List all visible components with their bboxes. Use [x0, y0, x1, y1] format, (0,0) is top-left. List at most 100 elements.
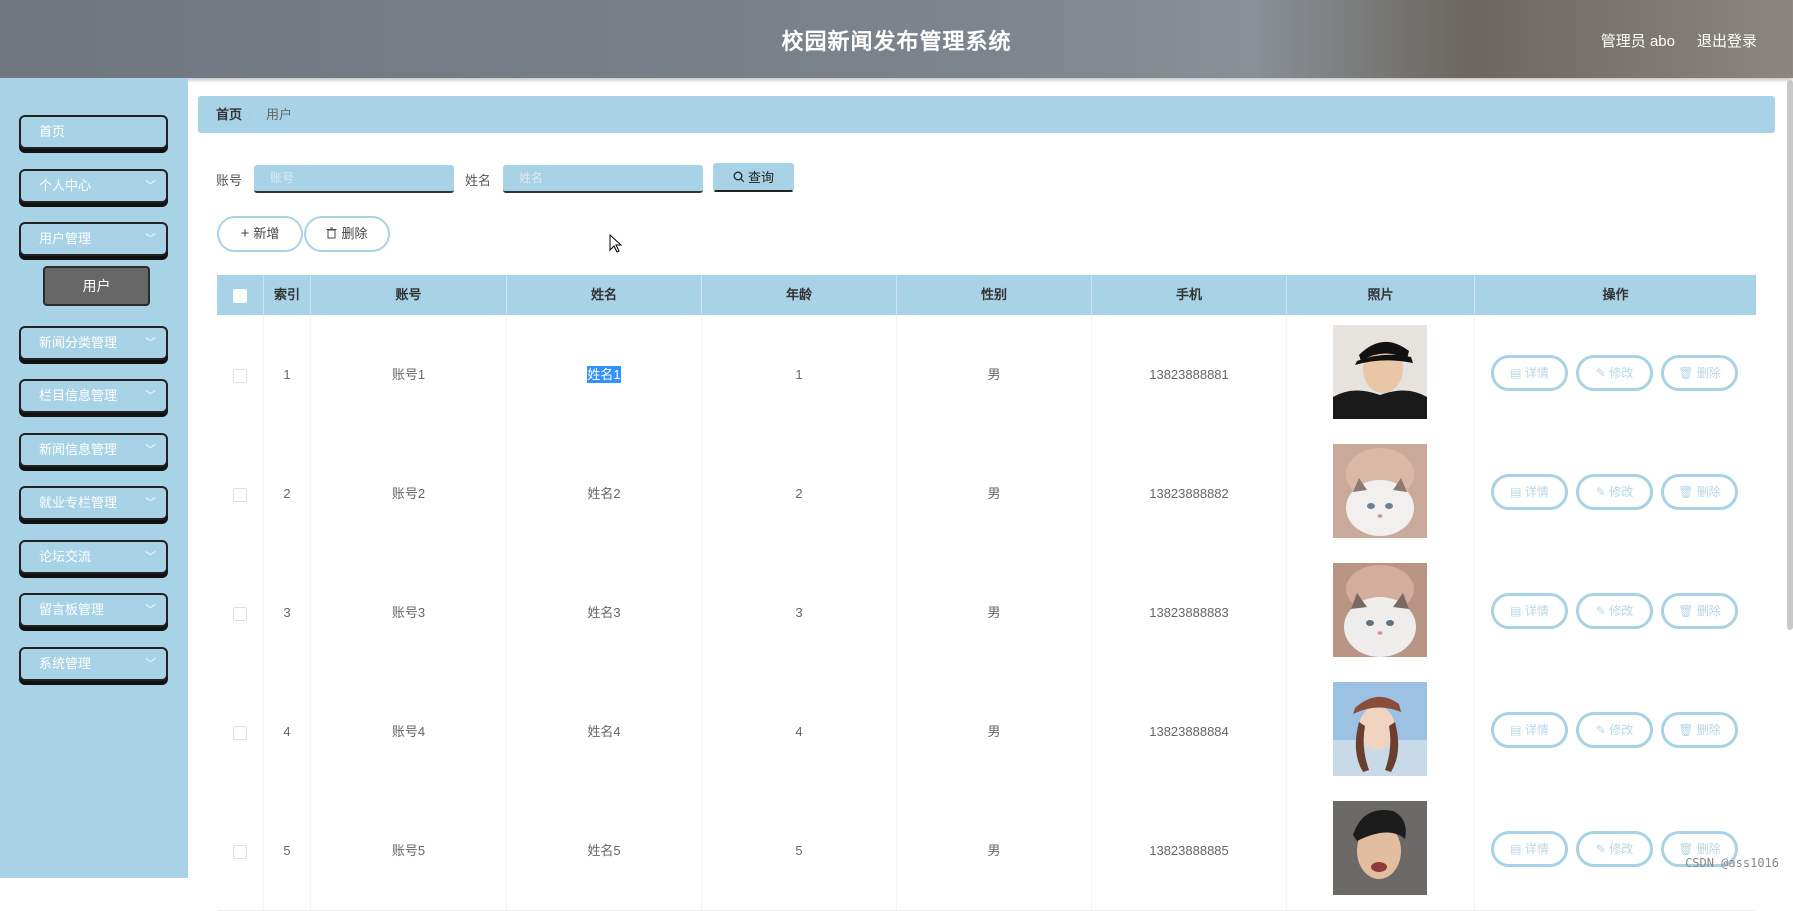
edit-button[interactable]: ✎ 修改: [1576, 474, 1653, 510]
trash-icon: 🗑︎: [1678, 723, 1697, 737]
detail-label: 详情: [1524, 485, 1549, 499]
sidebar-item-column-info[interactable]: 栏目信息管理 ﹀: [19, 379, 168, 413]
row-checkbox[interactable]: [233, 606, 247, 621]
edit-button[interactable]: ✎ 修改: [1576, 712, 1653, 748]
sidebar-item-forum[interactable]: 论坛交流 ﹀: [19, 540, 168, 574]
detail-label: 详情: [1524, 723, 1549, 737]
chevron-down-icon: ﹀: [145, 551, 156, 563]
edit-label: 修改: [1609, 604, 1634, 618]
name-cell: 姓名4: [507, 672, 702, 791]
row-checkbox[interactable]: [233, 368, 247, 383]
sidebar-item-label: 首页: [39, 124, 66, 139]
sidebar-item-label: 系统管理: [39, 656, 92, 671]
query-button-label: 查询: [747, 170, 774, 185]
actions-cell: ▤ 详情 ✎ 修改 🗑︎ 删除: [1475, 434, 1756, 553]
chevron-down-icon: ﹀: [145, 390, 156, 402]
row-select-cell: [217, 791, 264, 910]
edit-button[interactable]: ✎ 修改: [1576, 355, 1653, 391]
delete-button[interactable]: 🗑︎ 删除: [1661, 593, 1738, 629]
actions-cell: ▤ 详情 ✎ 修改 🗑︎ 删除: [1475, 553, 1756, 672]
trash-icon: [326, 227, 337, 239]
sidebar-item-home[interactable]: 首页: [19, 115, 168, 149]
detail-button[interactable]: ▤ 详情: [1491, 831, 1568, 867]
sidebar-item-employment[interactable]: 就业专栏管理 ﹀: [19, 486, 168, 520]
trash-icon: 🗑︎: [1678, 842, 1697, 856]
detail-button[interactable]: ▤ 详情: [1491, 474, 1568, 510]
row-select-cell: [217, 553, 264, 672]
table-row: 4 账号4 姓名4 4 男 13823888884 ▤ 详情 ✎ 修改 🗑︎ 删…: [217, 672, 1756, 792]
column-header: 年龄: [702, 275, 897, 315]
age-cell: 2: [702, 434, 897, 553]
edit-label: 修改: [1609, 485, 1634, 499]
logout-link[interactable]: 退出登录: [1697, 30, 1757, 51]
user-photo: [1333, 682, 1427, 776]
detail-button[interactable]: ▤ 详情: [1491, 355, 1568, 391]
row-checkbox[interactable]: [233, 487, 247, 502]
name-cell: 姓名5: [507, 791, 702, 910]
sidebar-item-news-category[interactable]: 新闻分类管理 ﹀: [19, 326, 168, 360]
actions-cell: ▤ 详情 ✎ 修改 🗑︎ 删除: [1475, 672, 1756, 791]
user-photo: [1333, 801, 1427, 895]
breadcrumb-home[interactable]: 首页: [216, 96, 242, 133]
detail-button[interactable]: ▤ 详情: [1491, 593, 1568, 629]
query-button[interactable]: 查询: [713, 163, 794, 192]
phone-cell: 13823888882: [1092, 434, 1287, 553]
row-checkbox[interactable]: [233, 725, 247, 740]
sidebar-subitem-users[interactable]: 用户: [43, 266, 150, 306]
batch-delete-label: 删除: [341, 226, 368, 241]
table-row: 3 账号3 姓名3 3 男 13823888883 ▤ 详情 ✎ 修改 🗑︎ 删…: [217, 553, 1756, 673]
delete-label: 删除: [1696, 604, 1721, 618]
detail-label: 详情: [1524, 366, 1549, 380]
search-icon: [733, 171, 745, 183]
breadcrumb-separator: /: [248, 107, 252, 122]
sidebar-item-system[interactable]: 系统管理 ﹀: [19, 647, 168, 681]
account-cell: 账号3: [311, 553, 507, 672]
edit-button[interactable]: ✎ 修改: [1576, 593, 1653, 629]
phone-cell: 13823888881: [1092, 315, 1287, 434]
sidebar-item-label: 论坛交流: [39, 549, 92, 564]
sidebar-item-message-board[interactable]: 留言板管理 ﹀: [19, 593, 168, 627]
gender-cell: 男: [897, 315, 1092, 434]
watermark: CSDN @ass1016: [1685, 856, 1779, 870]
account-cell: 账号1: [311, 315, 507, 434]
sidebar-item-news-info[interactable]: 新闻信息管理 ﹀: [19, 433, 168, 467]
plus-icon: +: [240, 225, 250, 242]
page-scrollbar[interactable]: [1787, 80, 1793, 630]
row-checkbox[interactable]: [233, 844, 247, 859]
document-icon: ▤: [1510, 842, 1525, 856]
row-select-cell: [217, 672, 264, 791]
sidebar-item-personal-center[interactable]: 个人中心 ﹀: [19, 169, 168, 203]
trash-icon: 🗑︎: [1678, 485, 1697, 499]
detail-button[interactable]: ▤ 详情: [1491, 712, 1568, 748]
delete-label: 删除: [1696, 842, 1721, 856]
chevron-down-icon: ﹀: [145, 658, 156, 670]
user-photo: [1333, 563, 1427, 657]
edit-button[interactable]: ✎ 修改: [1576, 831, 1653, 867]
phone-cell: 13823888885: [1092, 791, 1287, 910]
delete-label: 删除: [1696, 723, 1721, 737]
sidebar-item-label: 新闻信息管理: [39, 442, 118, 457]
table-row: 1 账号1 姓名1 1 男 13823888881 ▤ 详情 ✎ 修改 🗑︎ 删…: [217, 315, 1756, 435]
select-all-checkbox[interactable]: [233, 288, 247, 303]
sidebar-item-label: 就业专栏管理: [39, 495, 118, 510]
gender-cell: 男: [897, 553, 1092, 672]
trash-icon: 🗑︎: [1678, 366, 1697, 380]
delete-button[interactable]: 🗑︎ 删除: [1661, 355, 1738, 391]
name-input[interactable]: [503, 165, 703, 193]
trash-icon: 🗑︎: [1678, 604, 1697, 618]
photo-cell: [1287, 315, 1475, 434]
index-cell: 4: [264, 672, 311, 791]
name-label: 姓名: [465, 173, 492, 188]
chevron-down-icon: ﹀: [145, 337, 156, 349]
delete-button[interactable]: 🗑︎ 删除: [1661, 474, 1738, 510]
column-header: 性别: [897, 275, 1092, 315]
age-cell: 5: [702, 791, 897, 910]
add-button[interactable]: + 新增: [217, 216, 303, 252]
batch-delete-button[interactable]: 删除: [304, 216, 390, 252]
edit-label: 修改: [1609, 842, 1634, 856]
detail-label: 详情: [1524, 842, 1549, 856]
account-input[interactable]: [254, 165, 454, 193]
document-icon: ▤: [1510, 366, 1525, 380]
delete-button[interactable]: 🗑︎ 删除: [1661, 712, 1738, 748]
sidebar-item-user-management[interactable]: 用户管理 ﹀: [19, 222, 168, 256]
